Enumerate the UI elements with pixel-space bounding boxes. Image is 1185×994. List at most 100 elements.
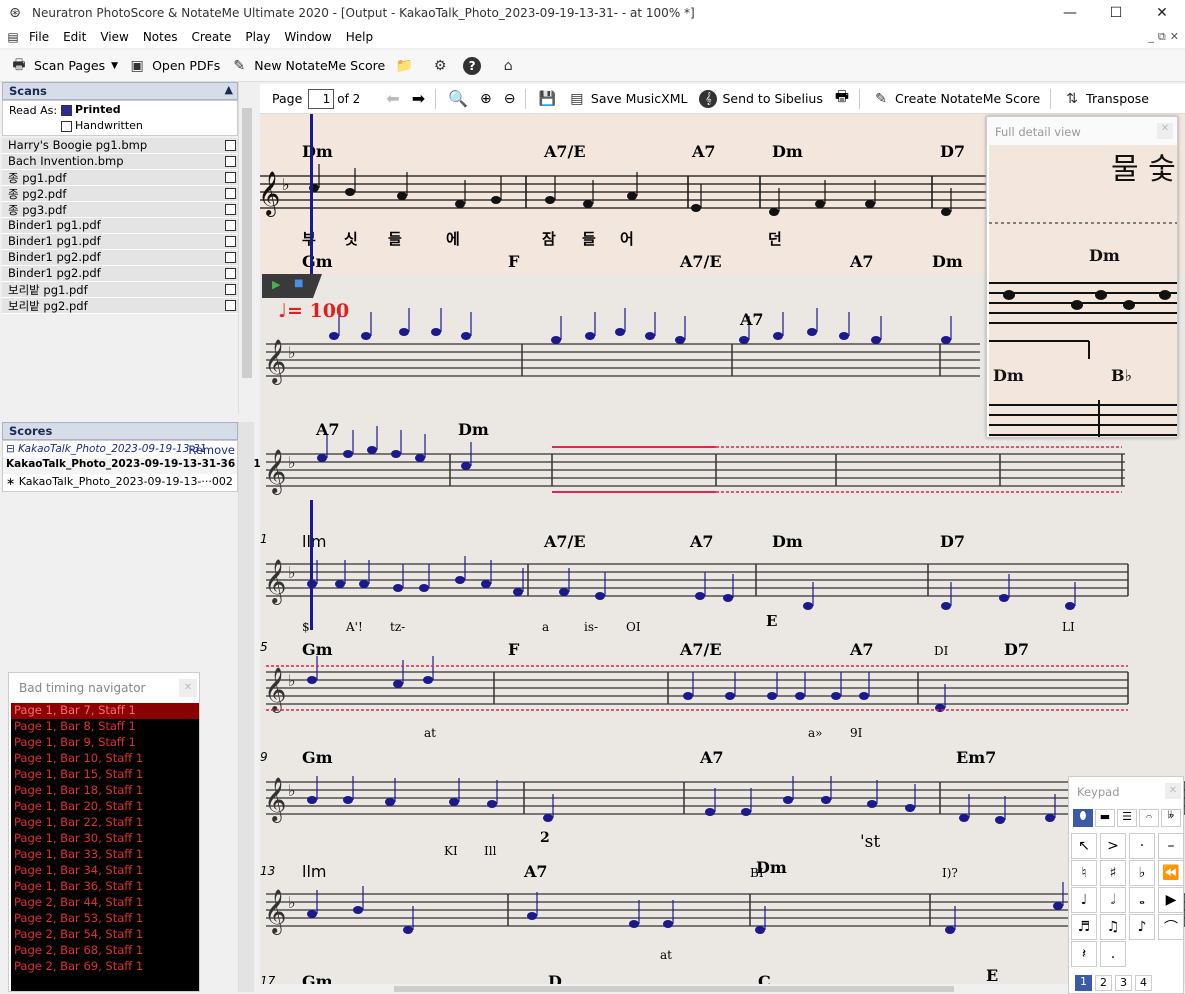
chord-symbol[interactable]: D7 <box>940 532 965 551</box>
scan-file-item[interactable]: 보리밭 pg2.pdf <box>2 298 240 314</box>
scan-file-checkbox[interactable] <box>225 204 236 215</box>
play-icon[interactable]: ▶ <box>272 278 280 291</box>
settings-button[interactable]: ⚙ <box>431 57 449 75</box>
keypad-tab-3[interactable]: 3 <box>1115 975 1132 991</box>
lyric[interactable]: a» <box>808 726 823 740</box>
help-button[interactable]: ? <box>463 56 482 75</box>
navigator-item[interactable]: Page 1, Bar 8, Staff 1 <box>11 719 199 735</box>
staccato-icon[interactable]: · <box>1129 833 1155 859</box>
menu-window[interactable]: Window <box>277 30 338 44</box>
lyric[interactable]: 'st <box>860 832 880 852</box>
navigator-item[interactable]: Page 2, Bar 44, Staff 1 <box>11 895 199 911</box>
menu-notes[interactable]: Notes <box>136 30 185 44</box>
chord-symbol[interactable]: Em7 <box>956 748 996 767</box>
score-item-1[interactable]: KakaoTalk_Photo_2023-09-19-13-31-36 001 <box>3 458 261 474</box>
prev-page-icon[interactable]: ⬅ <box>386 89 399 108</box>
chord-symbol[interactable]: D7 <box>1004 640 1029 659</box>
navigator-item[interactable]: Page 2, Bar 69, Staff 1 <box>11 959 199 975</box>
save-musicxml-button[interactable]: ▤ Save MusicXML <box>568 90 687 108</box>
eighth-note-icon[interactable]: ♪ <box>1129 914 1155 940</box>
mdi-restore-icon[interactable]: ⧉ <box>1158 30 1166 44</box>
zoom-out-icon[interactable]: ⊖ <box>504 91 516 107</box>
navigator-item[interactable]: Page 1, Bar 34, Staff 1 <box>11 863 199 879</box>
chord-symbol[interactable]: F <box>508 640 519 659</box>
scan-file-item[interactable]: 종 pg3.pdf <box>2 202 240 218</box>
save-icon[interactable]: 💾 <box>538 91 555 107</box>
menu-view[interactable]: View <box>93 30 135 44</box>
scan-file-checkbox[interactable] <box>225 156 236 167</box>
transpose-button[interactable]: ⇅ Transpose <box>1063 90 1149 108</box>
scan-file-item[interactable]: Bach Invention.bmp <box>2 154 240 170</box>
chord-symbol[interactable]: llm <box>302 862 326 881</box>
scan-file-checkbox[interactable] <box>225 236 236 247</box>
page-input[interactable]: 1 <box>308 88 335 109</box>
playback-cursor[interactable] <box>310 500 313 630</box>
scores-scrollbar[interactable] <box>238 422 254 992</box>
chord-symbol[interactable]: llm <box>302 532 326 551</box>
navigator-item[interactable]: Page 1, Bar 33, Staff 1 <box>11 847 199 863</box>
rest-icon[interactable]: 𝄽 <box>1071 941 1097 967</box>
chord-symbol[interactable]: A7 <box>850 640 874 659</box>
navigator-item[interactable]: Page 2, Bar 54, Staff 1 <box>11 927 199 943</box>
scan-file-checkbox[interactable] <box>225 300 236 311</box>
lyric[interactable]: Ill <box>484 844 496 858</box>
dot-icon[interactable]: . <box>1100 941 1126 967</box>
lyric[interactable]: 2 <box>540 830 550 846</box>
scans-scrollbar[interactable] <box>238 82 254 414</box>
tempo-mark[interactable]: ♩= 100 <box>278 300 349 322</box>
rewind-icon[interactable]: ⏪ <box>1158 860 1184 886</box>
scan-file-checkbox[interactable] <box>225 284 236 295</box>
lyric[interactable]: is- <box>584 620 598 634</box>
sharp-icon[interactable]: ♯ <box>1100 860 1126 886</box>
create-notateme-button[interactable]: ✎ Create NotateMe Score <box>872 90 1040 108</box>
tie-icon[interactable]: ⌒ <box>1158 914 1184 940</box>
scan-file-checkbox[interactable] <box>225 140 236 151</box>
lyric[interactable]: A'! <box>346 620 363 634</box>
navigator-item[interactable]: Page 1, Bar 36, Staff 1 <box>11 879 199 895</box>
keypad-tab-2[interactable]: 2 <box>1095 975 1112 991</box>
navigator-item[interactable]: Page 1, Bar 20, Staff 1 <box>11 799 199 815</box>
natural-icon[interactable]: ♮ <box>1071 860 1097 886</box>
keypad-tab-1[interactable]: 1 <box>1075 975 1092 991</box>
navigator-item[interactable]: Page 2, Bar 53, Staff 1 <box>11 911 199 927</box>
new-notateme-button[interactable]: ✎ New NotateMe Score <box>230 57 385 75</box>
scan-file-checkbox[interactable] <box>225 188 236 199</box>
lyric[interactable]: 9I <box>850 726 862 740</box>
print-icon[interactable]: 🖶 <box>835 86 849 111</box>
scan-pages-button[interactable]: 🖶 Scan Pages ▼ <box>10 57 118 75</box>
chord-symbol[interactable]: Dm <box>772 532 803 551</box>
keypad-tab-4[interactable]: 4 <box>1135 975 1152 991</box>
chord-symbol[interactable]: Dm <box>458 420 489 439</box>
half-note-icon[interactable]: 𝅗𝅥 <box>1100 887 1126 913</box>
minimize-button[interactable]: — <box>1047 0 1093 26</box>
playback-cursor[interactable] <box>310 114 313 274</box>
zoom-icon[interactable]: 🔍 <box>448 89 468 108</box>
scan-file-item[interactable]: 종 pg2.pdf <box>2 186 240 202</box>
navigator-item[interactable]: Page 1, Bar 18, Staff 1 <box>11 783 199 799</box>
zoom-in-icon[interactable]: ⊕ <box>480 91 492 107</box>
scan-file-item[interactable]: 종 pg1.pdf <box>2 170 240 186</box>
horizontal-scrollbar[interactable] <box>260 984 1185 994</box>
home-button[interactable]: ⌂ <box>499 57 517 75</box>
printed-checkbox[interactable] <box>61 105 72 116</box>
chord-symbol[interactable]: DI <box>934 644 948 658</box>
menu-help[interactable]: Help <box>339 30 380 44</box>
chord-symbol[interactable]: A7/E <box>544 532 586 551</box>
lyric[interactable]: a <box>542 620 549 634</box>
handwritten-checkbox[interactable] <box>61 121 72 132</box>
next-page-icon[interactable]: ➡ <box>412 89 425 108</box>
stop-icon[interactable]: ■ <box>294 278 303 289</box>
collapse-caret-icon[interactable]: ▲ <box>225 83 233 96</box>
lyric[interactable]: at <box>424 726 436 740</box>
scan-file-checkbox[interactable] <box>225 172 236 183</box>
navigator-item[interactable]: Page 1, Bar 10, Staff 1 <box>11 751 199 767</box>
scan-file-item[interactable]: 보리밭 pg1.pdf <box>2 282 240 298</box>
maximize-button[interactable]: ☐ <box>1093 0 1139 26</box>
thirtysecond-note-icon[interactable]: ♫ <box>1100 914 1126 940</box>
menu-create[interactable]: Create <box>185 30 239 44</box>
chord-symbol[interactable]: A7/E <box>680 640 722 659</box>
chord-symbol[interactable]: A7 <box>740 310 764 329</box>
scan-file-item[interactable]: Harry's Boogie pg1.bmp <box>2 138 240 154</box>
select-arrow-icon[interactable]: ↖ <box>1071 833 1097 859</box>
tenuto-icon[interactable]: – <box>1158 833 1184 859</box>
